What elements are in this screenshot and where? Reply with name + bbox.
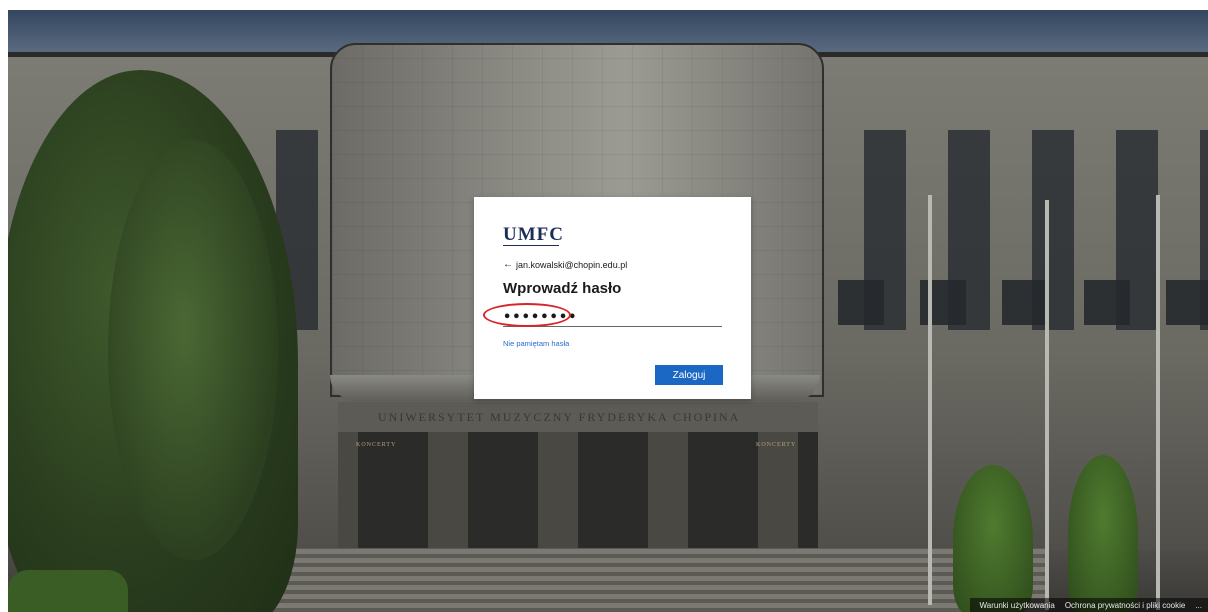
page: UNIWERSYTET MUZYCZNY FRYDERYKA CHOPINA K… (0, 0, 1208, 612)
account-email: jan.kowalski@chopin.edu.pl (516, 259, 628, 270)
account-row: ← jan.kowalski@chopin.edu.pl (503, 259, 627, 270)
bush-right (953, 465, 1033, 612)
more-options-icon[interactable]: ... (1195, 601, 1202, 610)
entrance-doors: KONCERTY KONCERTY (338, 432, 818, 550)
side-sign-left: KONCERTY (356, 442, 397, 448)
arrow-left-icon[interactable]: ← (503, 259, 513, 270)
signin-button[interactable]: Zaloguj (655, 365, 723, 385)
terms-link[interactable]: Warunki użytkowania (980, 601, 1055, 610)
side-sign-right: KONCERTY (756, 442, 797, 448)
flagpole (1045, 200, 1049, 610)
login-card: UMFC ← jan.kowalski@chopin.edu.pl Wprowa… (474, 197, 751, 399)
forgot-password-link[interactable]: Nie pamiętam hasła (503, 339, 569, 348)
page-title: Wprowadź hasło (503, 280, 622, 297)
flagpole (928, 195, 932, 605)
building-sign: UNIWERSYTET MUZYCZNY FRYDERYKA CHOPINA (338, 402, 818, 432)
umfc-logo: UMFC (503, 224, 564, 245)
building-sign-text: UNIWERSYTET MUZYCZNY FRYDERYKA CHOPINA (378, 410, 741, 424)
hedge (8, 570, 128, 612)
password-input[interactable] (503, 309, 722, 327)
entrance-steps (188, 548, 1048, 612)
privacy-link[interactable]: Ochrona prywatności i pliki cookie (1065, 601, 1186, 610)
footer: Warunki użytkowania Ochrona prywatności … (969, 598, 1208, 612)
building-windows-lower (828, 280, 1208, 325)
logo-underline (503, 245, 559, 246)
bush-right (1068, 455, 1138, 612)
tree-left-front (108, 140, 278, 560)
flagpole (1156, 195, 1160, 610)
